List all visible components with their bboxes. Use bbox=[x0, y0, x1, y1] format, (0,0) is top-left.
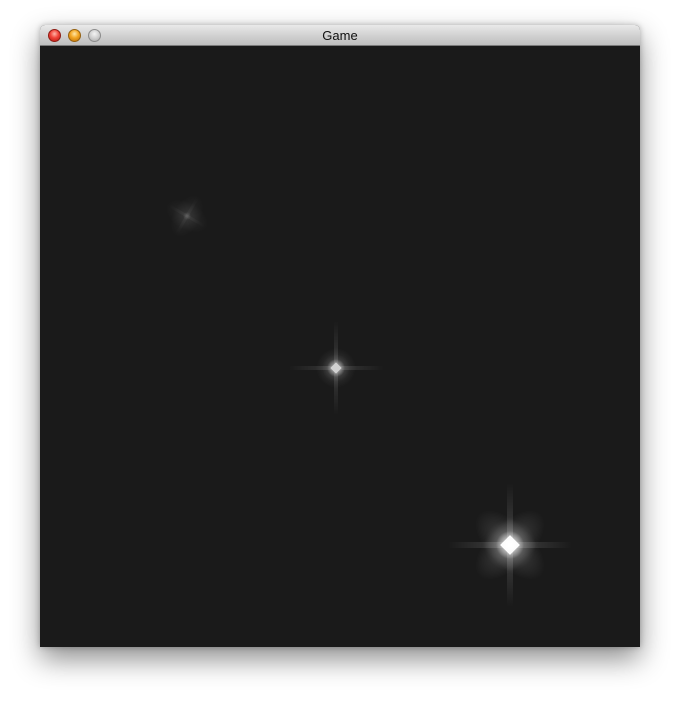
particle-small bbox=[165, 194, 209, 238]
particle-medium bbox=[288, 320, 384, 416]
game-scene bbox=[165, 194, 572, 607]
game-window: Game bbox=[40, 25, 640, 647]
game-canvas[interactable] bbox=[40, 46, 640, 647]
title-bar[interactable]: Game bbox=[40, 25, 640, 46]
particle-large bbox=[448, 483, 572, 607]
window-title: Game bbox=[322, 28, 358, 43]
